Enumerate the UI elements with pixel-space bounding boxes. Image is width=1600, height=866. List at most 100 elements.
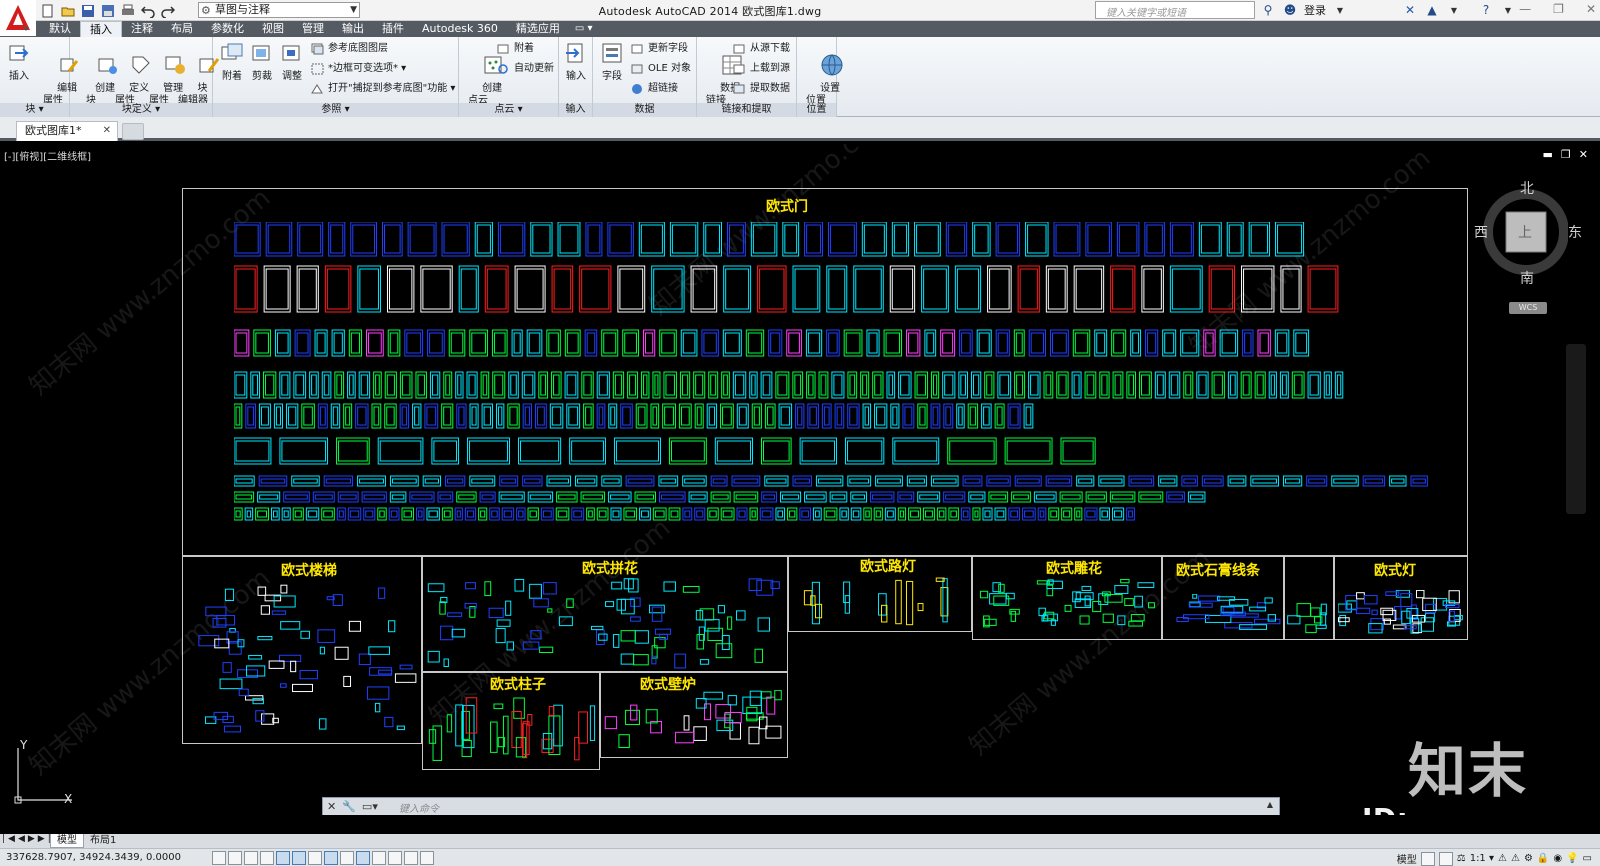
hardware-acceleration-icon[interactable]: ◉ bbox=[1553, 853, 1562, 864]
viewcube-east[interactable]: 东 bbox=[1568, 222, 1582, 242]
a360-icon[interactable]: ▲ bbox=[1424, 2, 1440, 18]
tab-model[interactable]: 模型 bbox=[50, 834, 84, 848]
close-icon[interactable]: ✕ bbox=[103, 122, 111, 140]
underlay-layers-button[interactable]: 参考底图图层 bbox=[311, 41, 388, 57]
panel-reference-title[interactable]: 参照 ▾ bbox=[213, 103, 458, 117]
hyperlink-button[interactable]: 超链接 bbox=[631, 81, 678, 97]
chevron-down-icon[interactable]: ▼ bbox=[1446, 2, 1462, 18]
application-menu-button[interactable] bbox=[0, 0, 36, 36]
auto-scale-icon[interactable]: ⚠ bbox=[1511, 853, 1520, 864]
login-link[interactable]: 登录 bbox=[1304, 2, 1326, 18]
layout-nav-arrows[interactable]: |◀◀▶▶| bbox=[2, 834, 54, 844]
viewport-controls-label[interactable]: [-][俯视][二维线框] bbox=[4, 148, 91, 163]
download-from-source-button[interactable]: 从源下载 bbox=[733, 41, 790, 57]
close-icon[interactable]: ✕ bbox=[1579, 148, 1588, 161]
document-tab[interactable]: 欧式图库1* ✕ bbox=[16, 121, 118, 141]
panel-block-definition-title[interactable]: 块定义 ▾ bbox=[70, 103, 212, 117]
navigation-bar[interactable] bbox=[1566, 344, 1586, 514]
tab-featured-apps[interactable]: 精选应用 bbox=[507, 21, 569, 37]
pointcloud-attach-button[interactable]: 附着 bbox=[497, 41, 534, 57]
minimize-icon[interactable]: — bbox=[1519, 2, 1531, 16]
quick-view-layouts-icon[interactable] bbox=[1420, 851, 1435, 866]
exchange-icon[interactable]: ✕ bbox=[1402, 2, 1418, 18]
tab-output[interactable]: 输出 bbox=[333, 21, 373, 37]
tab-insert[interactable]: 插入 bbox=[80, 21, 122, 37]
adjust-button[interactable]: 调整 bbox=[277, 41, 307, 83]
search-input[interactable]: 键入关键字或短语 bbox=[1095, 1, 1255, 19]
restore-icon[interactable]: ❐ bbox=[1561, 148, 1571, 161]
close-icon[interactable]: ✕ bbox=[1586, 2, 1596, 16]
annotation-visibility-icon[interactable]: ⚠ bbox=[1498, 853, 1507, 864]
dynamic-ucs-icon[interactable] bbox=[340, 851, 354, 865]
attach-button[interactable]: 附着 bbox=[217, 41, 247, 83]
isolate-objects-icon[interactable]: 💡 bbox=[1566, 853, 1578, 864]
new-tab-button[interactable] bbox=[122, 123, 144, 140]
3d-object-snap-icon[interactable] bbox=[308, 851, 322, 865]
tab-plugins[interactable]: 插件 bbox=[373, 21, 413, 37]
upload-to-source-button[interactable]: 上载到源 bbox=[733, 61, 790, 77]
chevron-up-icon[interactable]: ▲ bbox=[1267, 800, 1273, 809]
user-icon[interactable]: ☻ bbox=[1282, 2, 1298, 18]
tab-parametric[interactable]: 参数化 bbox=[202, 21, 253, 37]
quick-view-drawings-icon[interactable] bbox=[1438, 851, 1453, 866]
workspace-switching-icon[interactable]: ⚙ bbox=[1524, 853, 1533, 864]
annotation-scale-icon[interactable]: ⚖ bbox=[1457, 853, 1466, 864]
insert-block-button[interactable]: 插入 bbox=[4, 41, 34, 83]
chevron-down-icon[interactable]: ▼ bbox=[1500, 2, 1516, 18]
tab-manage[interactable]: 管理 bbox=[293, 21, 333, 37]
transparency-icon[interactable] bbox=[388, 851, 402, 865]
drawing-canvas[interactable]: [-][俯视][二维线框] ▬ ❐ ✕ 知末网 www.znzmo.com 知末… bbox=[0, 144, 1600, 815]
wrench-icon[interactable]: 🔧 bbox=[342, 800, 356, 813]
command-history-icon[interactable]: ▭▾ bbox=[362, 800, 378, 813]
clip-button[interactable]: 剪裁 bbox=[247, 41, 277, 83]
chevron-down-icon[interactable]: ▼ bbox=[1332, 2, 1348, 18]
lock-icon[interactable]: 🔒 bbox=[1537, 853, 1549, 864]
viewcube-west[interactable]: 西 bbox=[1474, 222, 1488, 242]
panel-point-cloud-title[interactable]: 点云 ▾ bbox=[459, 103, 558, 117]
object-snap-icon[interactable] bbox=[292, 851, 306, 865]
infer-constraints-icon[interactable] bbox=[212, 851, 226, 865]
panel-block-title[interactable]: 块 ▾ bbox=[0, 103, 69, 117]
annotation-scale[interactable]: 1:1 ▾ bbox=[1470, 853, 1494, 864]
binoculars-icon[interactable]: ⚲ bbox=[1260, 2, 1276, 18]
tab-layout[interactable]: 布局 bbox=[162, 21, 202, 37]
extract-data-button[interactable]: 提取数据 bbox=[733, 81, 790, 97]
help-icon[interactable]: ? bbox=[1478, 2, 1494, 18]
wcs-menu[interactable]: WCS bbox=[1509, 302, 1547, 314]
minimize-icon[interactable]: ▬ bbox=[1543, 148, 1553, 161]
viewcube-top-face[interactable]: 上 bbox=[1518, 222, 1532, 242]
object-snap-tracking-icon[interactable] bbox=[324, 851, 338, 865]
tab-default[interactable]: 默认 bbox=[40, 21, 80, 37]
selection-cycling-icon[interactable] bbox=[420, 851, 434, 865]
polar-tracking-icon[interactable] bbox=[276, 851, 290, 865]
auto-update-button[interactable]: 自动更新 bbox=[497, 61, 554, 77]
grid-display-icon[interactable] bbox=[244, 851, 258, 865]
import-button[interactable]: 输入 bbox=[561, 41, 591, 83]
viewcube-south[interactable]: 南 bbox=[1520, 268, 1534, 288]
clean-screen-icon[interactable]: ▭ bbox=[1583, 853, 1592, 864]
command-input[interactable]: 键入命令 bbox=[399, 800, 439, 815]
model-space-label[interactable]: 模型 bbox=[1397, 851, 1417, 866]
update-fields-button[interactable]: 更新字段 bbox=[631, 41, 688, 57]
snap-to-underlay-button[interactable]: 打开"捕捉到参考底图"功能 ▾ bbox=[311, 81, 455, 97]
tab-annotate[interactable]: 注释 bbox=[122, 21, 162, 37]
ole-object-button[interactable]: OLE 对象 bbox=[631, 61, 691, 77]
tab-view[interactable]: 视图 bbox=[253, 21, 293, 37]
ortho-mode-icon[interactable] bbox=[260, 851, 274, 865]
viewcube[interactable]: 北 南 西 东 上 bbox=[1474, 181, 1582, 287]
viewcube-north[interactable]: 北 bbox=[1520, 178, 1534, 198]
ribbon-minimize-icon[interactable]: ▭ ▾ bbox=[569, 21, 599, 37]
close-icon[interactable]: ✕ bbox=[327, 800, 336, 813]
tab-autodesk-360[interactable]: Autodesk 360 bbox=[413, 21, 507, 37]
field-button[interactable]: 字段 bbox=[597, 41, 627, 83]
door-elevation bbox=[583, 403, 594, 429]
dynamic-input-icon[interactable] bbox=[356, 851, 370, 865]
coordinates-readout[interactable]: 337628.7907, 34924.3439, 0.0000 bbox=[6, 852, 181, 863]
snap-mode-icon[interactable] bbox=[228, 851, 242, 865]
quick-properties-icon[interactable] bbox=[404, 851, 418, 865]
command-line[interactable]: ✕ 🔧 ▭▾ 键入命令 ▲ bbox=[322, 797, 1280, 815]
lineweight-icon[interactable] bbox=[372, 851, 386, 865]
tab-layout1[interactable]: 布局1 bbox=[84, 834, 122, 848]
restore-icon[interactable]: ❐ bbox=[1553, 2, 1564, 16]
frames-vary-button[interactable]: *边框可变选项* ▾ bbox=[311, 61, 406, 77]
